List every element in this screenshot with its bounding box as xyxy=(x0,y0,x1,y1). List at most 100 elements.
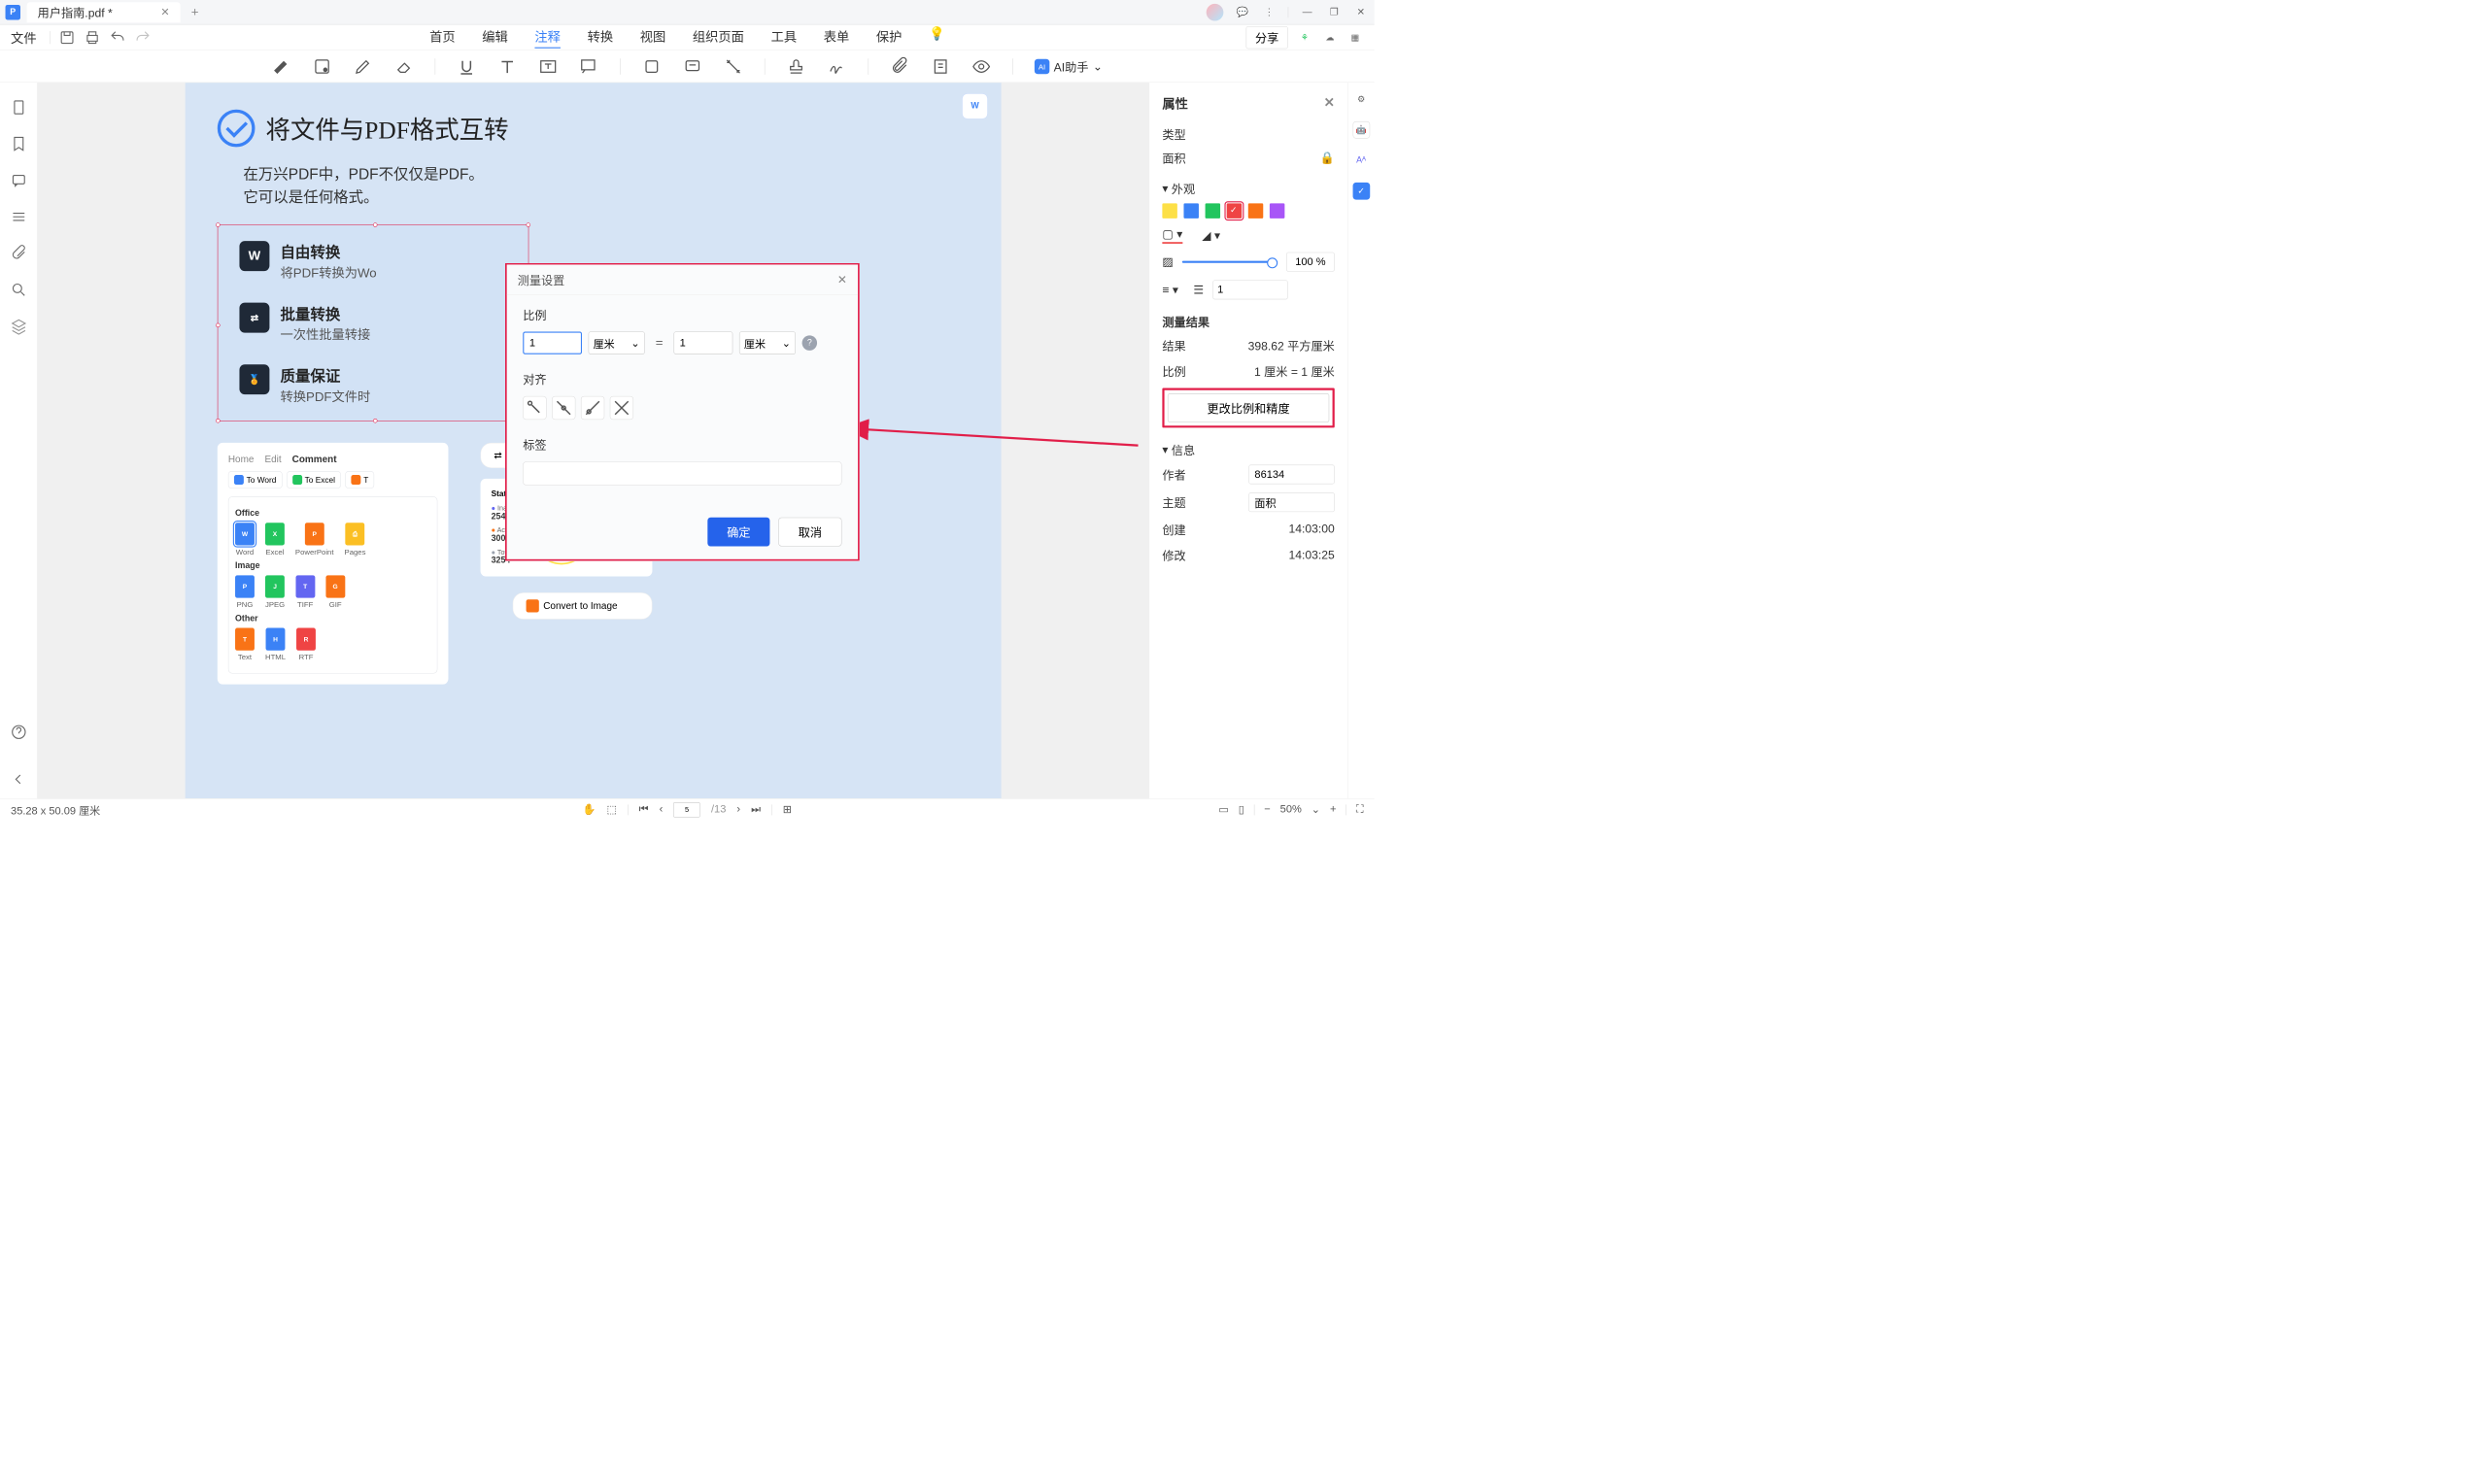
color-green[interactable] xyxy=(1206,203,1220,218)
thumbnails-icon[interactable] xyxy=(10,99,27,117)
prev-page-icon[interactable]: ‹ xyxy=(660,803,664,816)
new-tab-button[interactable]: + xyxy=(191,5,199,19)
close-props-icon[interactable]: ✕ xyxy=(1324,95,1335,111)
menu-convert[interactable]: 转换 xyxy=(588,26,614,49)
resize-handle[interactable] xyxy=(373,222,377,226)
snap-midpoint-icon[interactable] xyxy=(552,396,575,420)
select-tool-icon[interactable]: ⬚ xyxy=(606,803,616,817)
ok-button[interactable]: 确定 xyxy=(707,518,769,547)
more-icon[interactable]: ⋮ xyxy=(1261,4,1278,20)
next-page-icon[interactable]: › xyxy=(736,803,740,816)
menu-view[interactable]: 视图 xyxy=(640,26,666,49)
attachments-icon[interactable] xyxy=(10,245,27,262)
comments-icon[interactable] xyxy=(10,172,27,189)
tab-close-icon[interactable]: ✕ xyxy=(160,6,169,19)
print-icon[interactable] xyxy=(84,29,101,47)
first-page-icon[interactable]: ⏮ xyxy=(639,803,649,816)
pencil-icon[interactable] xyxy=(354,56,373,76)
robot-icon[interactable]: 🤖 xyxy=(1352,121,1370,139)
resize-handle[interactable] xyxy=(216,419,220,422)
document-tab[interactable]: 用户指南.pdf * ✕ xyxy=(27,2,181,22)
help-icon[interactable] xyxy=(10,724,27,741)
color-red[interactable] xyxy=(1227,203,1242,218)
user-avatar[interactable] xyxy=(1207,4,1224,21)
callout-icon[interactable] xyxy=(579,56,598,76)
cloud-share-icon[interactable]: ⚘ xyxy=(1296,29,1313,47)
measurement-selection[interactable]: W 自由转换 将PDF转换为Wo ⇄ 批量转换 一次性批量转接 🏅 质量保证 转… xyxy=(218,224,529,422)
resize-handle[interactable] xyxy=(216,222,220,226)
text-icon[interactable] xyxy=(497,56,517,76)
line-weight-input[interactable] xyxy=(1212,280,1287,299)
underline-icon[interactable] xyxy=(457,56,476,76)
menu-home[interactable]: 首页 xyxy=(429,26,456,49)
stamp-icon[interactable] xyxy=(786,56,805,76)
check-icon[interactable]: ✓ xyxy=(1352,183,1370,200)
attachment-icon[interactable] xyxy=(890,56,909,76)
lock-icon[interactable]: 🔒 xyxy=(1320,151,1335,164)
comment-icon[interactable] xyxy=(683,56,702,76)
eye-icon[interactable] xyxy=(971,56,991,76)
textbox-icon[interactable] xyxy=(538,56,558,76)
menu-lightbulb-icon[interactable]: 💡 xyxy=(929,26,945,49)
note-icon[interactable] xyxy=(313,56,332,76)
grid-icon[interactable]: ▦ xyxy=(1346,29,1364,47)
resize-handle[interactable] xyxy=(527,222,530,226)
cancel-button[interactable]: 取消 xyxy=(778,518,841,547)
color-blue[interactable] xyxy=(1183,203,1198,218)
resize-handle[interactable] xyxy=(373,419,377,422)
measure-icon[interactable] xyxy=(724,56,743,76)
cloud-upload-icon[interactable]: ☁ xyxy=(1321,29,1339,47)
collapse-icon[interactable] xyxy=(10,771,27,789)
settings-icon[interactable]: ⚙ xyxy=(1352,90,1370,108)
search-icon[interactable] xyxy=(10,282,27,299)
last-page-icon[interactable]: ⏭ xyxy=(751,803,761,816)
shape-icon[interactable] xyxy=(642,56,662,76)
color-purple[interactable] xyxy=(1270,203,1284,218)
signature-icon[interactable] xyxy=(827,56,846,76)
chat-icon[interactable]: 💬 xyxy=(1234,4,1250,20)
bookmarks-icon[interactable] xyxy=(10,135,27,152)
fields-icon[interactable] xyxy=(10,208,27,225)
help-icon[interactable]: ? xyxy=(802,335,817,350)
ratio-from-input[interactable] xyxy=(523,332,582,354)
highlighter-icon[interactable] xyxy=(272,56,291,76)
layers-icon[interactable] xyxy=(10,318,27,335)
color-yellow[interactable] xyxy=(1162,203,1176,218)
save-icon[interactable] xyxy=(58,29,76,47)
tag-input[interactable] xyxy=(523,461,841,485)
close-button[interactable]: ✕ xyxy=(1353,4,1370,20)
line-weight-icon[interactable]: ☰ xyxy=(1193,283,1204,296)
form-icon[interactable] xyxy=(931,56,950,76)
menu-tools[interactable]: 工具 xyxy=(771,26,798,49)
eraser-icon[interactable] xyxy=(394,56,414,76)
redo-icon[interactable] xyxy=(134,29,152,47)
menu-forms[interactable]: 表单 xyxy=(824,26,850,49)
share-button[interactable]: 分享 xyxy=(1246,26,1288,49)
undo-icon[interactable] xyxy=(109,29,126,47)
opacity-slider[interactable] xyxy=(1182,261,1278,263)
ratio-to-input[interactable] xyxy=(674,332,733,354)
menu-edit[interactable]: 编辑 xyxy=(482,26,508,49)
ratio-from-unit[interactable]: 厘米⌄ xyxy=(589,332,645,354)
fit-width-icon[interactable]: ⊞ xyxy=(783,803,792,817)
opacity-input[interactable] xyxy=(1286,253,1335,272)
line-style-icon[interactable]: ≡ ▾ xyxy=(1162,283,1178,296)
snap-intersection-icon[interactable] xyxy=(610,396,633,420)
page-input[interactable] xyxy=(673,802,700,817)
ratio-to-unit[interactable]: 厘米⌄ xyxy=(739,332,796,354)
snap-endpoint-icon[interactable] xyxy=(523,396,546,420)
menu-protect[interactable]: 保护 xyxy=(876,26,903,49)
maximize-button[interactable]: ❐ xyxy=(1326,4,1343,20)
menu-comment[interactable]: 注释 xyxy=(534,26,561,49)
ai-assistant-button[interactable]: AI AI助手 ⌄ xyxy=(1035,57,1103,75)
translate-icon[interactable]: Aᴬ xyxy=(1352,152,1370,169)
file-menu[interactable]: 文件 xyxy=(11,28,37,47)
fill-color-icon[interactable]: ◢ ▾ xyxy=(1202,228,1220,242)
minimize-button[interactable]: — xyxy=(1299,4,1315,20)
hand-tool-icon[interactable]: ✋ xyxy=(583,803,596,817)
resize-handle[interactable] xyxy=(216,322,220,326)
border-color-icon[interactable]: ▢ ▾ xyxy=(1162,227,1182,244)
color-orange[interactable] xyxy=(1248,203,1263,218)
menu-organize[interactable]: 组织页面 xyxy=(693,26,744,49)
snap-path-icon[interactable] xyxy=(581,396,604,420)
